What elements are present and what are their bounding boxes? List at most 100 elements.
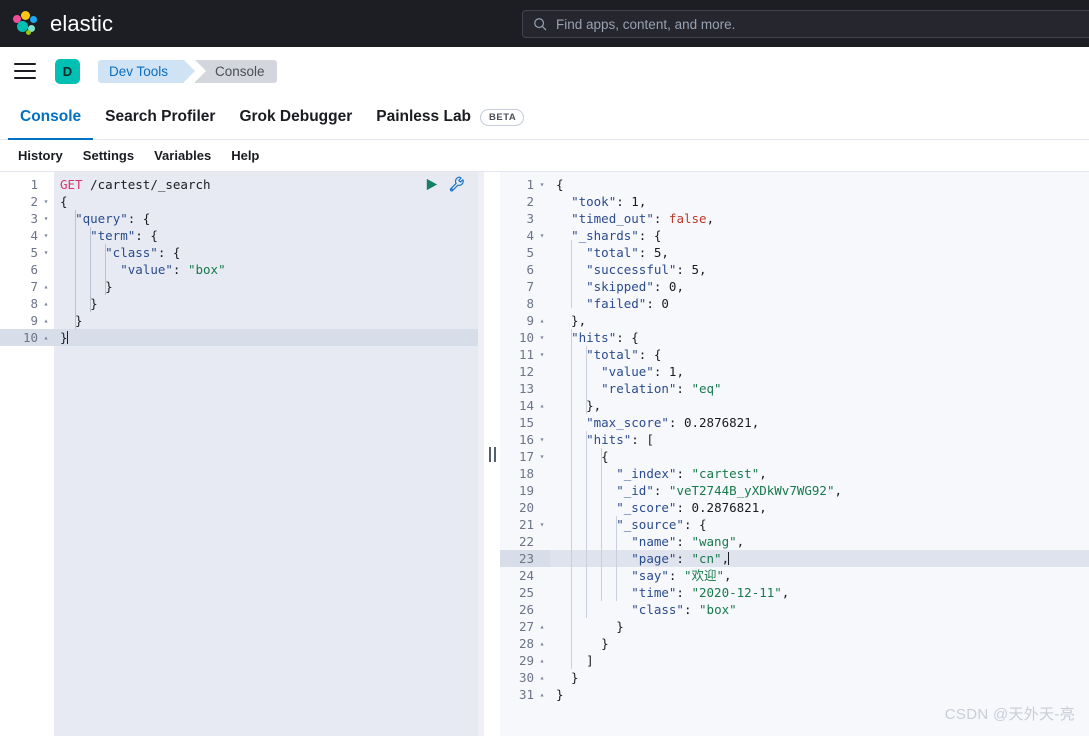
code-line[interactable]: "say": "欢迎", <box>550 567 1089 584</box>
fold-toggle-icon[interactable]: ▾ <box>42 227 50 244</box>
line-number: 17 ▾ <box>518 448 546 465</box>
request-line-number-gutter: 1 2 ▾ 3 ▾ 4 ▾ 5 ▾ 6 7 ▴ 8 ▴ 9 ▴ 10 ▴ <box>0 172 54 736</box>
code-line[interactable]: { <box>550 448 1089 465</box>
indent-guide <box>616 516 617 601</box>
code-line[interactable]: "_source": { <box>550 516 1089 533</box>
vertical-drag-handle-icon <box>488 446 496 462</box>
tab-console[interactable]: Console <box>8 96 94 140</box>
code-line[interactable]: } <box>550 669 1089 686</box>
code-line[interactable]: }, <box>550 312 1089 329</box>
wrench-icon[interactable] <box>449 176 465 192</box>
avatar[interactable]: D <box>55 58 80 84</box>
code-line[interactable]: } <box>54 329 484 346</box>
fold-toggle-icon[interactable]: ▾ <box>538 516 546 533</box>
fold-toggle-icon[interactable]: ▴ <box>538 686 546 703</box>
code-line[interactable]: "skipped": 0, <box>550 278 1089 295</box>
indent-guide <box>90 227 91 312</box>
code-line[interactable]: "total": { <box>550 346 1089 363</box>
code-line[interactable]: "class": "box" <box>550 601 1089 618</box>
fold-toggle-icon[interactable]: ▾ <box>538 329 546 346</box>
request-code-area[interactable]: GET /cartest/_search{ "query": { "term":… <box>54 172 484 736</box>
fold-toggle-icon[interactable]: ▾ <box>538 227 546 244</box>
code-line[interactable]: "hits": { <box>550 329 1089 346</box>
code-line[interactable]: } <box>54 312 484 329</box>
code-line[interactable]: "value": "box" <box>54 261 484 278</box>
fold-toggle-icon[interactable]: ▾ <box>42 244 50 261</box>
fold-toggle-icon[interactable]: ▴ <box>538 635 546 652</box>
search-placeholder-text: Find apps, content, and more. <box>556 16 736 32</box>
submenu-item-help[interactable]: Help <box>221 148 269 163</box>
breadcrumb-item-console[interactable]: Console <box>195 59 277 83</box>
code-line[interactable]: } <box>550 618 1089 635</box>
code-line[interactable]: "max_score": 0.2876821, <box>550 414 1089 431</box>
line-number: 15 <box>518 415 534 430</box>
brand[interactable]: elastic <box>13 10 113 37</box>
fold-toggle-icon[interactable]: ▾ <box>538 346 546 363</box>
request-editor-pane[interactable]: 1 2 ▾ 3 ▾ 4 ▾ 5 ▾ 6 7 ▴ 8 ▴ 9 ▴ 10 ▴ GET /cartest/_search… <box>0 172 484 736</box>
code-line[interactable]: GET /cartest/_search <box>54 176 484 193</box>
code-line[interactable]: "took": 1, <box>550 193 1089 210</box>
code-line[interactable]: { <box>550 176 1089 193</box>
response-code-area[interactable]: { "took": 1, "timed_out": false, "_shard… <box>550 172 1089 736</box>
line-number: 16 ▾ <box>518 431 546 448</box>
fold-toggle-icon[interactable]: ▴ <box>538 397 546 414</box>
line-number: 23 <box>500 550 550 567</box>
fold-toggle-icon[interactable]: ▾ <box>538 431 546 448</box>
code-line[interactable]: "query": { <box>54 210 484 227</box>
hamburger-menu-icon[interactable] <box>14 63 36 79</box>
code-line[interactable]: } <box>550 635 1089 652</box>
tab-search-profiler[interactable]: Search Profiler <box>93 96 227 140</box>
fold-toggle-icon[interactable]: ▴ <box>42 329 50 346</box>
global-search-input[interactable]: Find apps, content, and more. <box>522 10 1089 38</box>
breadcrumb-item-dev-tools[interactable]: Dev Tools <box>98 59 196 83</box>
indent-guide <box>586 346 587 414</box>
tab-grok-debugger[interactable]: Grok Debugger <box>227 96 364 140</box>
fold-toggle-icon[interactable]: ▴ <box>538 652 546 669</box>
fold-toggle-icon[interactable]: ▴ <box>42 295 50 312</box>
pane-splitter[interactable] <box>484 172 500 736</box>
code-line[interactable]: "class": { <box>54 244 484 261</box>
fold-toggle-icon[interactable]: ▴ <box>42 278 50 295</box>
code-line[interactable]: ] <box>550 652 1089 669</box>
code-line[interactable]: "failed": 0 <box>550 295 1089 312</box>
submenu-item-history[interactable]: History <box>8 148 73 163</box>
fold-toggle-icon[interactable]: ▴ <box>538 312 546 329</box>
code-line[interactable]: "term": { <box>54 227 484 244</box>
code-line[interactable]: "_id": "veT2744B_yXDkWv7WG92", <box>550 482 1089 499</box>
fold-toggle-icon[interactable]: ▾ <box>538 448 546 465</box>
code-line[interactable]: "total": 5, <box>550 244 1089 261</box>
code-line[interactable]: "timed_out": false, <box>550 210 1089 227</box>
line-number: 25 <box>518 585 534 600</box>
code-line[interactable]: "_score": 0.2876821, <box>550 499 1089 516</box>
tab-painless-lab[interactable]: Painless Lab BETA <box>364 96 536 140</box>
play-triangle-icon[interactable] <box>424 177 439 192</box>
submenu-item-settings[interactable]: Settings <box>73 148 144 163</box>
fold-toggle-icon[interactable]: ▴ <box>42 312 50 329</box>
fold-toggle-icon[interactable]: ▴ <box>538 618 546 635</box>
code-line[interactable]: "page": "cn", <box>550 550 1089 567</box>
code-line[interactable]: "_shards": { <box>550 227 1089 244</box>
code-line[interactable]: } <box>54 295 484 312</box>
code-line[interactable]: "name": "wang", <box>550 533 1089 550</box>
code-line[interactable]: "value": 1, <box>550 363 1089 380</box>
fold-toggle-icon[interactable]: ▾ <box>42 193 50 210</box>
code-line[interactable]: } <box>54 278 484 295</box>
code-line[interactable]: "time": "2020-12-11", <box>550 584 1089 601</box>
code-line[interactable]: }, <box>550 397 1089 414</box>
submenu-item-variables[interactable]: Variables <box>144 148 221 163</box>
indent-guide <box>105 244 106 295</box>
code-line[interactable]: { <box>54 193 484 210</box>
code-line[interactable]: "relation": "eq" <box>550 380 1089 397</box>
search-icon <box>533 17 547 31</box>
fold-toggle-icon[interactable]: ▾ <box>42 210 50 227</box>
code-line[interactable]: "hits": [ <box>550 431 1089 448</box>
fold-toggle-icon[interactable]: ▴ <box>538 669 546 686</box>
indent-guide <box>571 240 572 308</box>
fold-toggle-icon[interactable]: ▾ <box>538 176 546 193</box>
code-line[interactable]: "_index": "cartest", <box>550 465 1089 482</box>
response-viewer-pane[interactable]: 1 ▾ 2 3 4 ▾ 5 6 7 8 9 ▴ 10 ▾ 11 ▾ 12 13 14 ▴ 15 16 ▾ 17 ▾ 18 19 20 2… <box>500 172 1089 736</box>
breadcrumb-bar: D Dev Tools Console <box>0 47 1089 95</box>
code-line[interactable]: } <box>550 686 1089 703</box>
line-number: 12 <box>518 364 534 379</box>
code-line[interactable]: "successful": 5, <box>550 261 1089 278</box>
